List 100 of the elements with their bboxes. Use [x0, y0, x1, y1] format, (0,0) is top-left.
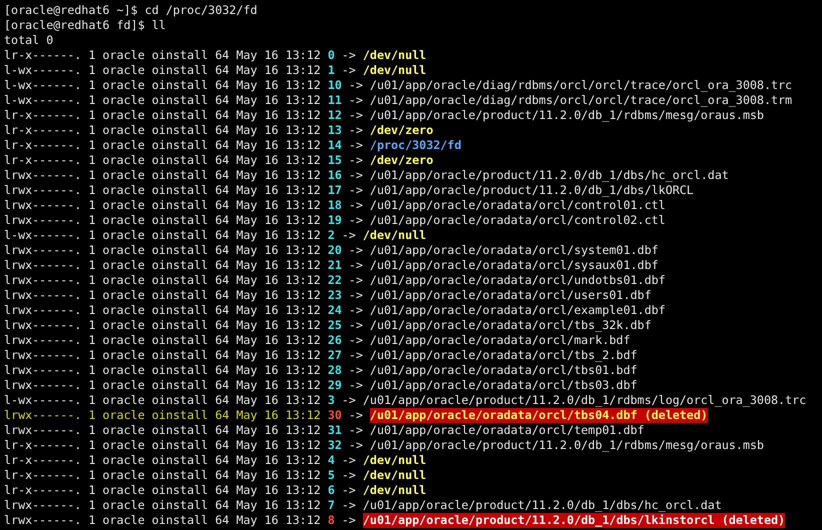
fd-number: 3 [328, 393, 335, 408]
fd-number: 24 [328, 303, 342, 318]
link-arrow: -> [342, 63, 356, 78]
link-target: /u01/app/oracle/product/11.2.0/db_1/dbs/hc_orcl.dat [362, 498, 722, 513]
fd-number: 2 [328, 228, 335, 243]
link-arrow: -> [342, 228, 356, 243]
link-arrow: -> [348, 438, 363, 453]
fd-number: 5 [328, 468, 335, 483]
fd-number: 8 [328, 513, 335, 528]
link-target: /dev/null [362, 48, 426, 63]
link-target: /dev/null [362, 453, 426, 468]
link-target: /proc/3032/fd [370, 138, 462, 153]
link-arrow: -> [342, 393, 356, 408]
link-target: /u01/app/oracle/product/11.2.0/db_1/dbs/hc_orcl.dat [370, 168, 729, 183]
link-target: /u01/app/oracle/oradata/orcl/control02.ctl [370, 213, 666, 228]
link-arrow: -> [348, 123, 363, 138]
file-info: lr-x------. 1 oracle oinstall 64 May 16 13:12 [4, 468, 321, 483]
file-info: lrwx------. 1 oracle oinstall 64 May 16 13:12 [4, 318, 321, 333]
link-target: /dev/null [362, 483, 426, 498]
link-arrow: -> [348, 168, 363, 183]
fd-number: 0 [328, 48, 335, 63]
link-arrow: -> [348, 138, 363, 153]
file-info: l-wx------. 1 oracle oinstall 64 May 16 13:12 [4, 393, 321, 408]
link-arrow: -> [342, 483, 356, 498]
fd-number: 19 [328, 213, 342, 228]
link-target: /u01/app/oracle/product/11.2.0/db_1/dbs/lkinstorcl (deleted) [362, 513, 786, 528]
link-target: /u01/app/oracle/oradata/orcl/tbs_32k.dbf [370, 318, 652, 333]
fd-number: 30 [328, 408, 342, 423]
link-target: /u01/app/oracle/oradata/orcl/users01.dbf [370, 288, 652, 303]
link-target: /u01/app/oracle/oradata/orcl/tbs04.dbf (deleted) [370, 408, 708, 423]
link-target: /dev/zero [370, 153, 434, 168]
link-target: /u01/app/oracle/product/11.2.0/db_1/rdbms/log/orcl_ora_3008.trc [362, 393, 806, 408]
file-info: lr-x------. 1 oracle oinstall 64 May 16 13:12 [4, 483, 321, 498]
link-target: /u01/app/oracle/oradata/orcl/tbs03.dbf [370, 378, 638, 393]
fd-number: 21 [328, 258, 342, 273]
fd-number: 27 [328, 348, 342, 363]
link-arrow: -> [348, 93, 363, 108]
link-arrow: -> [348, 108, 363, 123]
file-info: lrwx------. 1 oracle oinstall 64 May 16 13:12 [4, 378, 321, 393]
link-arrow: -> [348, 288, 363, 303]
file-info: lr-x------. 1 oracle oinstall 64 May 16 13:12 [4, 138, 321, 153]
file-info: lr-x------. 1 oracle oinstall 64 May 16 13:12 [4, 153, 321, 168]
file-info: lrwx------. 1 oracle oinstall 64 May 16 13:12 [4, 408, 321, 423]
fd-number: 17 [328, 183, 342, 198]
file-info: lr-x------. 1 oracle oinstall 64 May 16 13:12 [4, 438, 321, 453]
fd-number: 20 [328, 243, 342, 258]
fd-number: 14 [328, 138, 342, 153]
link-arrow: -> [342, 453, 356, 468]
link-target: /u01/app/oracle/oradata/orcl/example01.dbf [370, 303, 666, 318]
link-target: /u01/app/oracle/product/11.2.0/db_1/rdbms/mesg/oraus.msb [370, 438, 764, 453]
link-target: /u01/app/oracle/oradata/orcl/control01.ctl [370, 198, 666, 213]
file-info: lrwx------. 1 oracle oinstall 64 May 16 13:12 [4, 168, 321, 183]
link-target: /u01/app/oracle/oradata/orcl/tbs_2.bdf [370, 348, 638, 363]
link-arrow: -> [348, 243, 363, 258]
file-info: lrwx------. 1 oracle oinstall 64 May 16 13:12 [4, 213, 321, 228]
file-info: lr-x------. 1 oracle oinstall 64 May 16 13:12 [4, 48, 321, 63]
file-info: lrwx------. 1 oracle oinstall 64 May 16 13:12 [4, 288, 321, 303]
file-info: lr-x------. 1 oracle oinstall 64 May 16 13:12 [4, 108, 321, 123]
file-info: lrwx------. 1 oracle oinstall 64 May 16 13:12 [4, 363, 321, 378]
fd-number: 11 [328, 93, 342, 108]
file-info: lrwx------. 1 oracle oinstall 64 May 16 13:12 [4, 303, 321, 318]
link-target: /u01/app/oracle/oradata/orcl/tbs01.bdf [370, 363, 638, 378]
file-info: l-wx------. 1 oracle oinstall 64 May 16 13:12 [4, 63, 321, 78]
file-info: lrwx------. 1 oracle oinstall 64 May 16 13:12 [4, 243, 321, 258]
fd-number: 22 [328, 273, 342, 288]
fd-number: 23 [328, 288, 342, 303]
link-target: /u01/app/oracle/oradata/orcl/mark.bdf [370, 333, 630, 348]
file-info: lr-x------. 1 oracle oinstall 64 May 16 13:12 [4, 453, 321, 468]
fd-number: 28 [328, 363, 342, 378]
link-arrow: -> [342, 468, 356, 483]
link-target: /dev/zero [370, 123, 434, 138]
link-target: /u01/app/oracle/product/11.2.0/db_1/dbs/lkORCL [370, 183, 694, 198]
file-info: l-wx------. 1 oracle oinstall 64 May 16 13:12 [4, 228, 321, 243]
link-arrow: -> [342, 48, 356, 63]
file-info: l-wx------. 1 oracle oinstall 64 May 16 13:12 [4, 93, 321, 108]
file-info: lrwx------. 1 oracle oinstall 64 May 16 13:12 [4, 513, 321, 528]
link-arrow: -> [348, 198, 363, 213]
link-arrow: -> [342, 498, 356, 513]
link-arrow: -> [348, 333, 363, 348]
fd-number: 4 [328, 453, 335, 468]
fd-number: 32 [328, 438, 342, 453]
fd-number: 6 [328, 483, 335, 498]
fd-number: 7 [328, 498, 335, 513]
link-arrow: -> [348, 318, 363, 333]
file-info: lrwx------. 1 oracle oinstall 64 May 16 13:12 [4, 198, 321, 213]
link-arrow: -> [348, 363, 363, 378]
link-target: /u01/app/oracle/diag/rdbms/orcl/orcl/trace/orcl_ora_3008.trm [370, 93, 792, 108]
fd-number: 12 [328, 108, 342, 123]
link-arrow: -> [348, 303, 363, 318]
file-info: lrwx------. 1 oracle oinstall 64 May 16 13:12 [4, 273, 321, 288]
link-target: /u01/app/oracle/oradata/orcl/undotbs01.dbf [370, 273, 666, 288]
link-arrow: -> [348, 423, 363, 438]
link-target: /dev/null [362, 63, 426, 78]
file-info: lrwx------. 1 oracle oinstall 64 May 16 13:12 [4, 423, 321, 438]
fd-number: 26 [328, 333, 342, 348]
link-arrow: -> [348, 78, 363, 93]
link-arrow: -> [348, 348, 363, 363]
file-info: lrwx------. 1 oracle oinstall 64 May 16 13:12 [4, 348, 321, 363]
file-info: lr-x------. 1 oracle oinstall 64 May 16 13:12 [4, 123, 321, 138]
file-info: lrwx------. 1 oracle oinstall 64 May 16 13:12 [4, 498, 321, 513]
